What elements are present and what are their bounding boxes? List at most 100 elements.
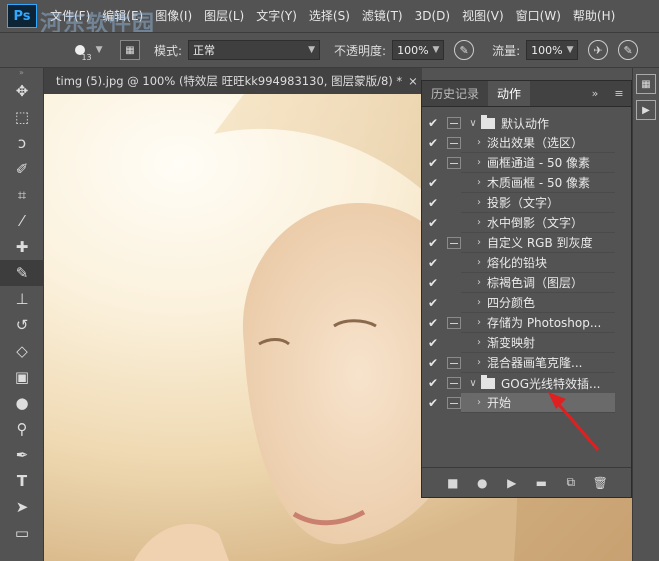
check-icon[interactable]: ✔ [422, 336, 444, 350]
check-icon[interactable]: ✔ [422, 216, 444, 230]
action-row[interactable]: ✔ › 熔化的铅块 [422, 253, 631, 273]
expand-chevron-icon[interactable]: › [471, 297, 487, 308]
action-row[interactable]: ✔ › 淡出效果（选区） [422, 133, 631, 153]
airbrush-icon[interactable]: ✈ [588, 40, 609, 60]
dialog-toggle-icon[interactable] [447, 297, 461, 309]
expand-chevron-icon[interactable]: › [471, 357, 487, 368]
play-panel-icon[interactable]: ▶ [636, 100, 656, 120]
brush-panel-toggle-icon[interactable]: ▦ [120, 40, 140, 60]
action-row[interactable]: ✔ › 棕褐色调（图层） [422, 273, 631, 293]
dialog-toggle-icon[interactable] [447, 157, 461, 169]
pen-tool-icon[interactable]: ✒ [0, 442, 44, 468]
action-row[interactable]: ✔ › 水中倒影（文字） [422, 213, 631, 233]
check-icon[interactable]: ✔ [422, 356, 444, 370]
action-set-row[interactable]: ✔ ∨ 默认动作 [422, 113, 631, 133]
menu-item[interactable]: 窗口(W) [510, 0, 567, 32]
action-row[interactable]: ✔ › 四分颜色 [422, 293, 631, 313]
collapse-panel-icon[interactable]: » [583, 81, 607, 106]
quick-selection-tool-icon[interactable]: ✐ [0, 156, 44, 182]
action-row[interactable]: ✔ › 木质画框 - 50 像素 [422, 173, 631, 193]
action-row[interactable]: ✔ › 自定义 RGB 到灰度 [422, 233, 631, 253]
check-icon[interactable]: ✔ [422, 136, 444, 150]
flow-input[interactable]: 100% ▼ [526, 40, 579, 60]
lasso-tool-icon[interactable]: ↄ [0, 130, 44, 156]
check-icon[interactable]: ✔ [422, 276, 444, 290]
action-set-row[interactable]: ✔ ∨ GOG光线特效插... [422, 373, 631, 393]
action-row[interactable]: ✔ › 画框通道 - 50 像素 [422, 153, 631, 173]
dock-panel-icon[interactable]: ▦ [636, 74, 656, 94]
pressure-size-icon[interactable]: ✎ [618, 40, 639, 60]
expand-chevron-icon[interactable]: › [471, 137, 487, 148]
menu-item[interactable]: 视图(V) [456, 0, 510, 32]
action-row[interactable]: ✔ › 存储为 Photoshop... [422, 313, 631, 333]
action-row[interactable]: ✔ › 投影（文字） [422, 193, 631, 213]
move-tool-icon[interactable]: ✥ [0, 78, 44, 104]
eraser-tool-icon[interactable]: ◇ [0, 338, 44, 364]
history-brush-tool-icon[interactable]: ↺ [0, 312, 44, 338]
brush-tool-icon[interactable]: ✎ [0, 260, 44, 286]
check-icon[interactable]: ✔ [422, 396, 444, 410]
opacity-input[interactable]: 100% ▼ [392, 40, 445, 60]
dialog-toggle-icon[interactable] [447, 397, 461, 409]
blur-tool-icon[interactable]: ● [0, 390, 44, 416]
healing-brush-tool-icon[interactable]: ✚ [0, 234, 44, 260]
dialog-toggle-icon[interactable] [447, 137, 461, 149]
stop-icon[interactable]: ■ [443, 476, 463, 490]
tab-history[interactable]: 历史记录 [422, 81, 488, 106]
menu-item[interactable]: 文字(Y) [250, 0, 303, 32]
type-tool-icon[interactable]: T [0, 468, 44, 494]
expand-chevron-icon[interactable]: › [471, 177, 487, 188]
dialog-toggle-icon[interactable] [447, 117, 461, 129]
dialog-toggle-icon[interactable] [447, 377, 461, 389]
expand-chevron-icon[interactable]: › [471, 197, 487, 208]
path-selection-tool-icon[interactable]: ➤ [0, 494, 44, 520]
play-icon[interactable]: ▶ [502, 476, 522, 490]
check-icon[interactable]: ✔ [422, 316, 444, 330]
dialog-toggle-icon[interactable] [447, 177, 461, 189]
check-icon[interactable]: ✔ [422, 256, 444, 270]
mode-select[interactable]: 正常 ▼ [188, 40, 321, 60]
check-icon[interactable]: ✔ [422, 296, 444, 310]
expand-chevron-icon[interactable]: ∨ [465, 378, 481, 389]
dialog-toggle-icon[interactable] [447, 237, 461, 249]
delete-icon[interactable]: 🗑 [590, 476, 610, 490]
marquee-tool-icon[interactable]: ⬚ [0, 104, 44, 130]
menu-item[interactable]: 滤镜(T) [356, 0, 409, 32]
close-icon[interactable]: × [408, 74, 418, 88]
menu-item[interactable]: 帮助(H) [567, 0, 621, 32]
expand-chevron-icon[interactable]: › [471, 257, 487, 268]
toolbar-collapse-icon[interactable]: » [0, 68, 43, 78]
menu-item[interactable]: 图层(L) [198, 0, 250, 32]
eyedropper-tool-icon[interactable]: ⁄ [0, 208, 44, 234]
record-icon[interactable]: ● [472, 476, 492, 490]
new-set-icon[interactable]: ▬ [531, 476, 551, 490]
expand-chevron-icon[interactable]: › [471, 277, 487, 288]
action-row[interactable]: ✔ › 渐变映射 [422, 333, 631, 353]
check-icon[interactable]: ✔ [422, 236, 444, 250]
brush-preset-picker[interactable]: 13 ▼ [70, 37, 106, 63]
dodge-tool-icon[interactable]: ⚲ [0, 416, 44, 442]
tab-actions[interactable]: 动作 [488, 81, 531, 106]
dialog-toggle-icon[interactable] [447, 337, 461, 349]
expand-chevron-icon[interactable]: › [471, 217, 487, 228]
dialog-toggle-icon[interactable] [447, 217, 461, 229]
pressure-opacity-icon[interactable]: ✎ [454, 40, 475, 60]
crop-tool-icon[interactable]: ⌗ [0, 182, 44, 208]
clone-stamp-tool-icon[interactable]: ⊥ [0, 286, 44, 312]
dialog-toggle-icon[interactable] [447, 257, 461, 269]
dialog-toggle-icon[interactable] [447, 317, 461, 329]
dialog-toggle-icon[interactable] [447, 357, 461, 369]
expand-chevron-icon[interactable]: › [471, 237, 487, 248]
dialog-toggle-icon[interactable] [447, 277, 461, 289]
check-icon[interactable]: ✔ [422, 176, 444, 190]
expand-chevron-icon[interactable]: › [471, 317, 487, 328]
check-icon[interactable]: ✔ [422, 156, 444, 170]
action-row[interactable]: ✔ › 混合器画笔克隆... [422, 353, 631, 373]
check-icon[interactable]: ✔ [422, 116, 444, 130]
check-icon[interactable]: ✔ [422, 196, 444, 210]
expand-chevron-icon[interactable]: › [471, 397, 487, 408]
dialog-toggle-icon[interactable] [447, 197, 461, 209]
expand-chevron-icon[interactable]: › [471, 157, 487, 168]
expand-chevron-icon[interactable]: ∨ [465, 118, 481, 129]
gradient-tool-icon[interactable]: ▣ [0, 364, 44, 390]
